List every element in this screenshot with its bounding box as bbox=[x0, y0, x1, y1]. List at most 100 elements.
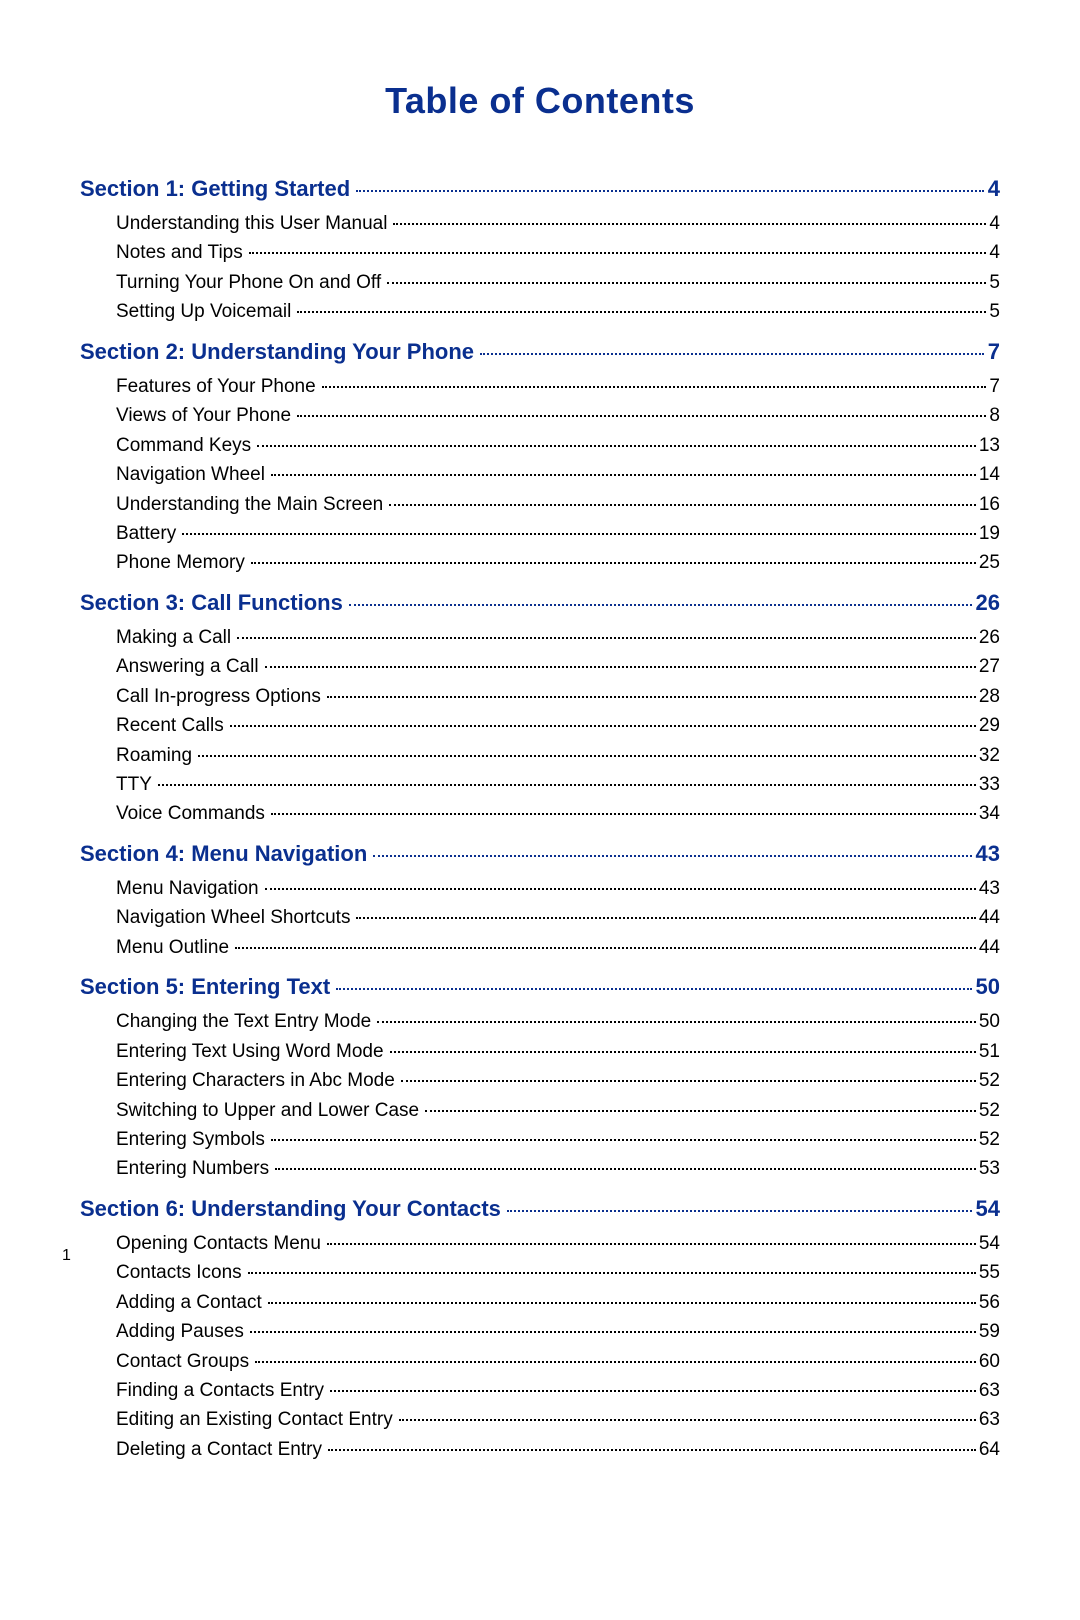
toc-item[interactable]: Menu Outline 44 bbox=[116, 933, 1000, 962]
toc-item[interactable]: Entering Characters in Abc Mode52 bbox=[116, 1066, 1000, 1095]
toc-item[interactable]: Setting Up Voicemail5 bbox=[116, 297, 1000, 326]
toc-item[interactable]: Voice Commands34 bbox=[116, 799, 1000, 828]
toc-item[interactable]: Notes and Tips4 bbox=[116, 238, 1000, 267]
toc-leader-dots bbox=[480, 352, 984, 355]
toc-item[interactable]: Turning Your Phone On and Off 5 bbox=[116, 268, 1000, 297]
toc-item-label: Recent Calls bbox=[116, 711, 224, 740]
toc-leader-dots bbox=[330, 1389, 976, 1392]
toc-item[interactable]: Navigation Wheel 14 bbox=[116, 460, 1000, 489]
toc-item-page: 28 bbox=[979, 682, 1000, 711]
toc-item-label: Call In-progress Options bbox=[116, 682, 321, 711]
toc-leader-dots bbox=[297, 414, 986, 417]
toc-item-page: 64 bbox=[979, 1435, 1000, 1464]
toc-section-label: Section 6: Understanding Your Contacts bbox=[80, 1192, 501, 1225]
toc-item-page: 19 bbox=[979, 519, 1000, 548]
toc-item[interactable]: Deleting a Contact Entry64 bbox=[116, 1435, 1000, 1464]
toc-item[interactable]: Features of Your Phone7 bbox=[116, 372, 1000, 401]
toc-item-label: Turning Your Phone On and Off bbox=[116, 268, 381, 297]
toc-leader-dots bbox=[377, 1020, 976, 1023]
toc-item-page: 26 bbox=[979, 623, 1000, 652]
toc-leader-dots bbox=[327, 1242, 976, 1245]
toc-leader-dots bbox=[393, 222, 986, 225]
toc-item[interactable]: Contacts Icons55 bbox=[116, 1258, 1000, 1287]
toc-leader-dots bbox=[182, 532, 976, 535]
toc-item[interactable]: Call In-progress Options 28 bbox=[116, 682, 1000, 711]
toc-item[interactable]: Views of Your Phone8 bbox=[116, 401, 1000, 430]
toc-item-label: Voice Commands bbox=[116, 799, 265, 828]
table-of-contents: Section 1: Getting Started 4 Understanding… bbox=[80, 172, 1000, 1464]
toc-item-label: Command Keys bbox=[116, 431, 251, 460]
toc-item[interactable]: Battery19 bbox=[116, 519, 1000, 548]
toc-leader-dots bbox=[271, 812, 976, 815]
toc-item[interactable]: Editing an Existing Contact Entry 63 bbox=[116, 1405, 1000, 1434]
toc-item-page: 43 bbox=[979, 874, 1000, 903]
toc-item[interactable]: Command Keys13 bbox=[116, 431, 1000, 460]
toc-item-page: 44 bbox=[979, 933, 1000, 962]
toc-item[interactable]: Understanding this User Manual4 bbox=[116, 209, 1000, 238]
toc-item[interactable]: Answering a Call27 bbox=[116, 652, 1000, 681]
toc-item[interactable]: Menu Navigation 43 bbox=[116, 874, 1000, 903]
toc-item-label: Navigation Wheel bbox=[116, 460, 265, 489]
toc-section-label: Section 3: Call Functions bbox=[80, 586, 343, 619]
toc-item[interactable]: Understanding the Main Screen16 bbox=[116, 490, 1000, 519]
toc-item-page: 63 bbox=[979, 1405, 1000, 1434]
toc-section-label: Section 1: Getting Started bbox=[80, 172, 350, 205]
toc-item-label: Editing an Existing Contact Entry bbox=[116, 1405, 393, 1434]
toc-item[interactable]: Making a Call26 bbox=[116, 623, 1000, 652]
toc-section-page: 50 bbox=[976, 970, 1000, 1003]
toc-item[interactable]: Contact Groups60 bbox=[116, 1347, 1000, 1376]
toc-section[interactable]: Section 1: Getting Started 4 bbox=[80, 172, 1000, 205]
toc-item-label: Answering a Call bbox=[116, 652, 259, 681]
toc-item-label: Navigation Wheel Shortcuts bbox=[116, 903, 350, 932]
toc-leader-dots bbox=[349, 603, 972, 606]
toc-item[interactable]: Finding a Contacts Entry63 bbox=[116, 1376, 1000, 1405]
toc-section-page: 4 bbox=[988, 172, 1000, 205]
toc-section-label: Section 2: Understanding Your Phone bbox=[80, 335, 474, 368]
toc-item-label: Views of Your Phone bbox=[116, 401, 291, 430]
toc-section[interactable]: Section 4: Menu Navigation43 bbox=[80, 837, 1000, 870]
toc-leader-dots bbox=[373, 854, 971, 857]
toc-leader-dots bbox=[251, 561, 976, 564]
toc-item-page: 5 bbox=[989, 268, 1000, 297]
toc-item[interactable]: Phone Memory 25 bbox=[116, 548, 1000, 577]
page: Table of Contents Section 1: Getting Sta… bbox=[0, 0, 1080, 1620]
toc-leader-dots bbox=[336, 987, 971, 990]
toc-leader-dots bbox=[265, 665, 976, 668]
toc-item-page: 60 bbox=[979, 1347, 1000, 1376]
toc-section[interactable]: Section 6: Understanding Your Contacts54 bbox=[80, 1192, 1000, 1225]
toc-item-page: 52 bbox=[979, 1125, 1000, 1154]
toc-item-label: Opening Contacts Menu bbox=[116, 1229, 321, 1258]
toc-leader-dots bbox=[250, 1330, 976, 1333]
toc-item-page: 25 bbox=[979, 548, 1000, 577]
toc-item[interactable]: Adding Pauses59 bbox=[116, 1317, 1000, 1346]
toc-leader-dots bbox=[198, 754, 976, 757]
toc-section-page: 43 bbox=[976, 837, 1000, 870]
toc-item[interactable]: Adding a Contact56 bbox=[116, 1288, 1000, 1317]
toc-item[interactable]: Entering Symbols52 bbox=[116, 1125, 1000, 1154]
toc-item[interactable]: Recent Calls29 bbox=[116, 711, 1000, 740]
toc-item[interactable]: TTY33 bbox=[116, 770, 1000, 799]
toc-item[interactable]: Entering Text Using Word Mode51 bbox=[116, 1037, 1000, 1066]
toc-item-label: Contacts Icons bbox=[116, 1258, 242, 1287]
toc-item-page: 14 bbox=[979, 460, 1000, 489]
toc-leader-dots bbox=[268, 1301, 976, 1304]
toc-item-page: 32 bbox=[979, 741, 1000, 770]
toc-leader-dots bbox=[271, 473, 976, 476]
toc-item[interactable]: Entering Numbers53 bbox=[116, 1154, 1000, 1183]
toc-item[interactable]: Navigation Wheel Shortcuts44 bbox=[116, 903, 1000, 932]
toc-item[interactable]: Changing the Text Entry Mode50 bbox=[116, 1007, 1000, 1036]
toc-leader-dots bbox=[257, 444, 976, 447]
toc-item-label: Menu Outline bbox=[116, 933, 229, 962]
toc-item-label: Understanding this User Manual bbox=[116, 209, 387, 238]
toc-section[interactable]: Section 3: Call Functions26 bbox=[80, 586, 1000, 619]
toc-section[interactable]: Section 5: Entering Text50 bbox=[80, 970, 1000, 1003]
toc-section[interactable]: Section 2: Understanding Your Phone7 bbox=[80, 335, 1000, 368]
toc-item-page: 50 bbox=[979, 1007, 1000, 1036]
toc-leader-dots bbox=[265, 887, 976, 890]
toc-item[interactable]: Roaming32 bbox=[116, 741, 1000, 770]
toc-item[interactable]: Switching to Upper and Lower Case52 bbox=[116, 1096, 1000, 1125]
toc-item[interactable]: Opening Contacts Menu54 bbox=[116, 1229, 1000, 1258]
toc-item-page: 16 bbox=[979, 490, 1000, 519]
toc-item-label: Phone Memory bbox=[116, 548, 245, 577]
toc-item-label: Menu Navigation bbox=[116, 874, 259, 903]
